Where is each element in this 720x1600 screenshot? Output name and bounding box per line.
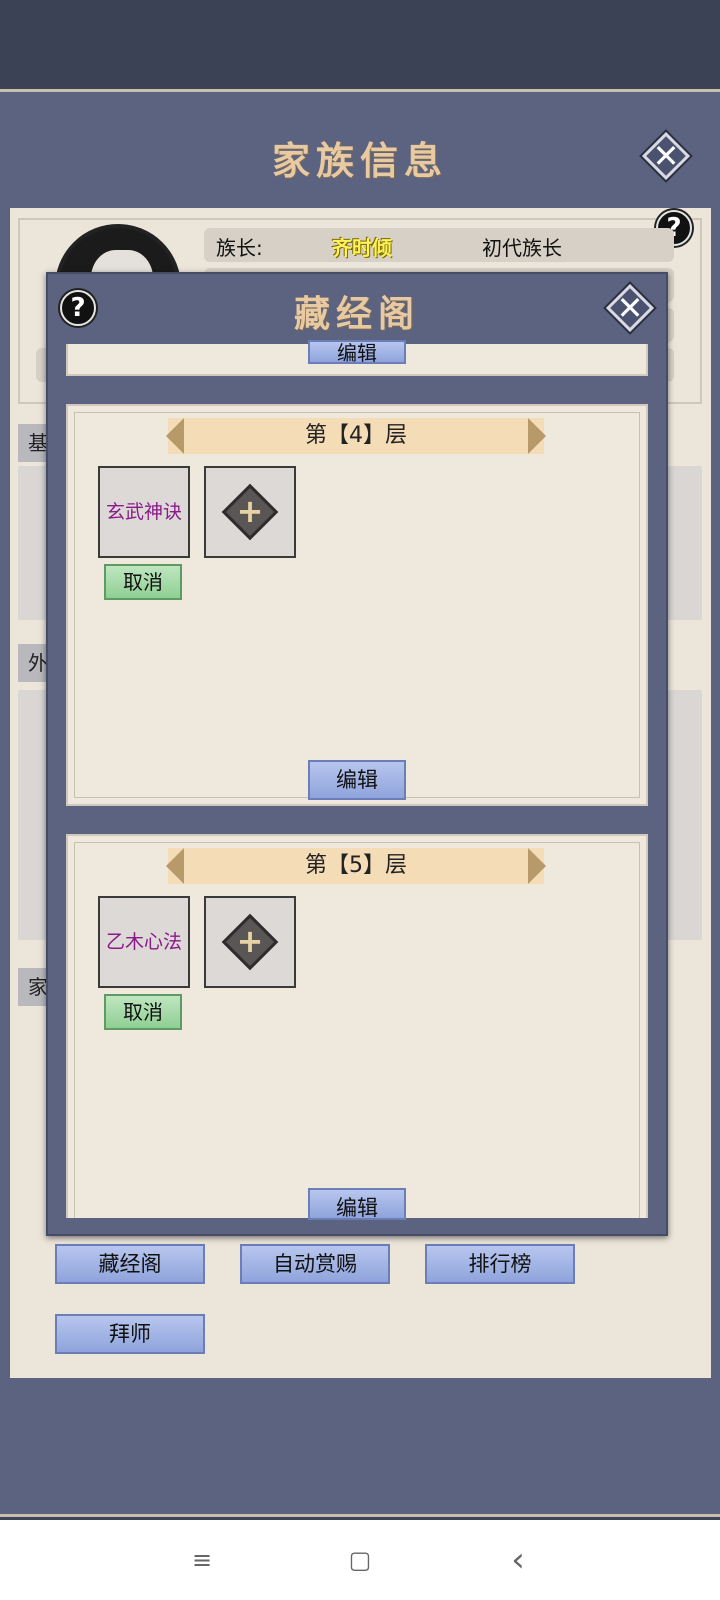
cancel-button[interactable]: 取消 bbox=[104, 564, 182, 600]
leader-name: 齐时倾 bbox=[332, 236, 392, 260]
cancel-button[interactable]: 取消 bbox=[104, 994, 182, 1030]
floor-banner: 第【5】层 bbox=[166, 848, 546, 884]
leader-row: 族长: 齐时倾 初代族长 bbox=[204, 228, 674, 262]
top-strip bbox=[0, 0, 720, 92]
edit-button[interactable]: 编辑 bbox=[308, 1188, 406, 1220]
close-window-button[interactable]: ✕ bbox=[641, 131, 691, 181]
floor-card-partial: 编辑 bbox=[66, 340, 648, 376]
auto-reward-button[interactable]: 自动赏赐 bbox=[240, 1244, 390, 1284]
close-icon: ✕ bbox=[616, 289, 644, 327]
close-modal-button[interactable]: ✕ bbox=[605, 283, 655, 333]
window-title: 家族信息 bbox=[271, 138, 448, 183]
add-technique-slot[interactable]: + bbox=[204, 896, 296, 988]
menu-icon[interactable]: ≡ bbox=[182, 1540, 222, 1580]
leader-rank: 初代族长 bbox=[482, 236, 562, 260]
leader-label: 族长: bbox=[216, 236, 263, 260]
technique-name: 玄武神诀 bbox=[105, 501, 182, 523]
apprentice-button[interactable]: 拜师 bbox=[55, 1314, 205, 1354]
prev-floor-icon[interactable] bbox=[166, 418, 184, 454]
ranking-button[interactable]: 排行榜 bbox=[425, 1244, 575, 1284]
floor-label: 第【4】层 bbox=[305, 423, 407, 448]
edit-button[interactable]: 编辑 bbox=[308, 760, 406, 800]
technique-name: 乙木心法 bbox=[105, 931, 182, 953]
floor-card: 第【4】层 玄武神诀 + 取消 编辑 bbox=[66, 404, 648, 806]
home-icon[interactable]: ▢ bbox=[340, 1540, 380, 1580]
add-technique-slot[interactable]: + bbox=[204, 466, 296, 558]
close-icon: ✕ bbox=[652, 137, 680, 175]
game-screen: 家族信息 ✕ ? 族长: 齐时倾 初代族长 基 外 家 藏经阁 自动赏赐 排行榜… bbox=[0, 0, 720, 1600]
technique-slot[interactable]: 玄武神诀 bbox=[98, 466, 190, 558]
modal-help-button[interactable]: ? bbox=[60, 290, 96, 326]
prev-floor-icon[interactable] bbox=[166, 848, 184, 884]
floor-card: 第【5】层 乙木心法 + 取消 编辑 bbox=[66, 834, 648, 1220]
plus-icon: + bbox=[236, 492, 264, 530]
plus-icon: + bbox=[236, 922, 264, 960]
back-icon[interactable]: ‹ bbox=[498, 1540, 538, 1580]
technique-slot[interactable]: 乙木心法 bbox=[98, 896, 190, 988]
modal-title: 藏经阁 bbox=[293, 293, 420, 335]
next-floor-icon[interactable] bbox=[528, 848, 546, 884]
next-floor-icon[interactable] bbox=[528, 418, 546, 454]
floor-label: 第【5】层 bbox=[305, 853, 407, 878]
floor-banner: 第【4】层 bbox=[166, 418, 546, 454]
library-button[interactable]: 藏经阁 bbox=[55, 1244, 205, 1284]
edit-button-partial[interactable]: 编辑 bbox=[308, 340, 406, 364]
